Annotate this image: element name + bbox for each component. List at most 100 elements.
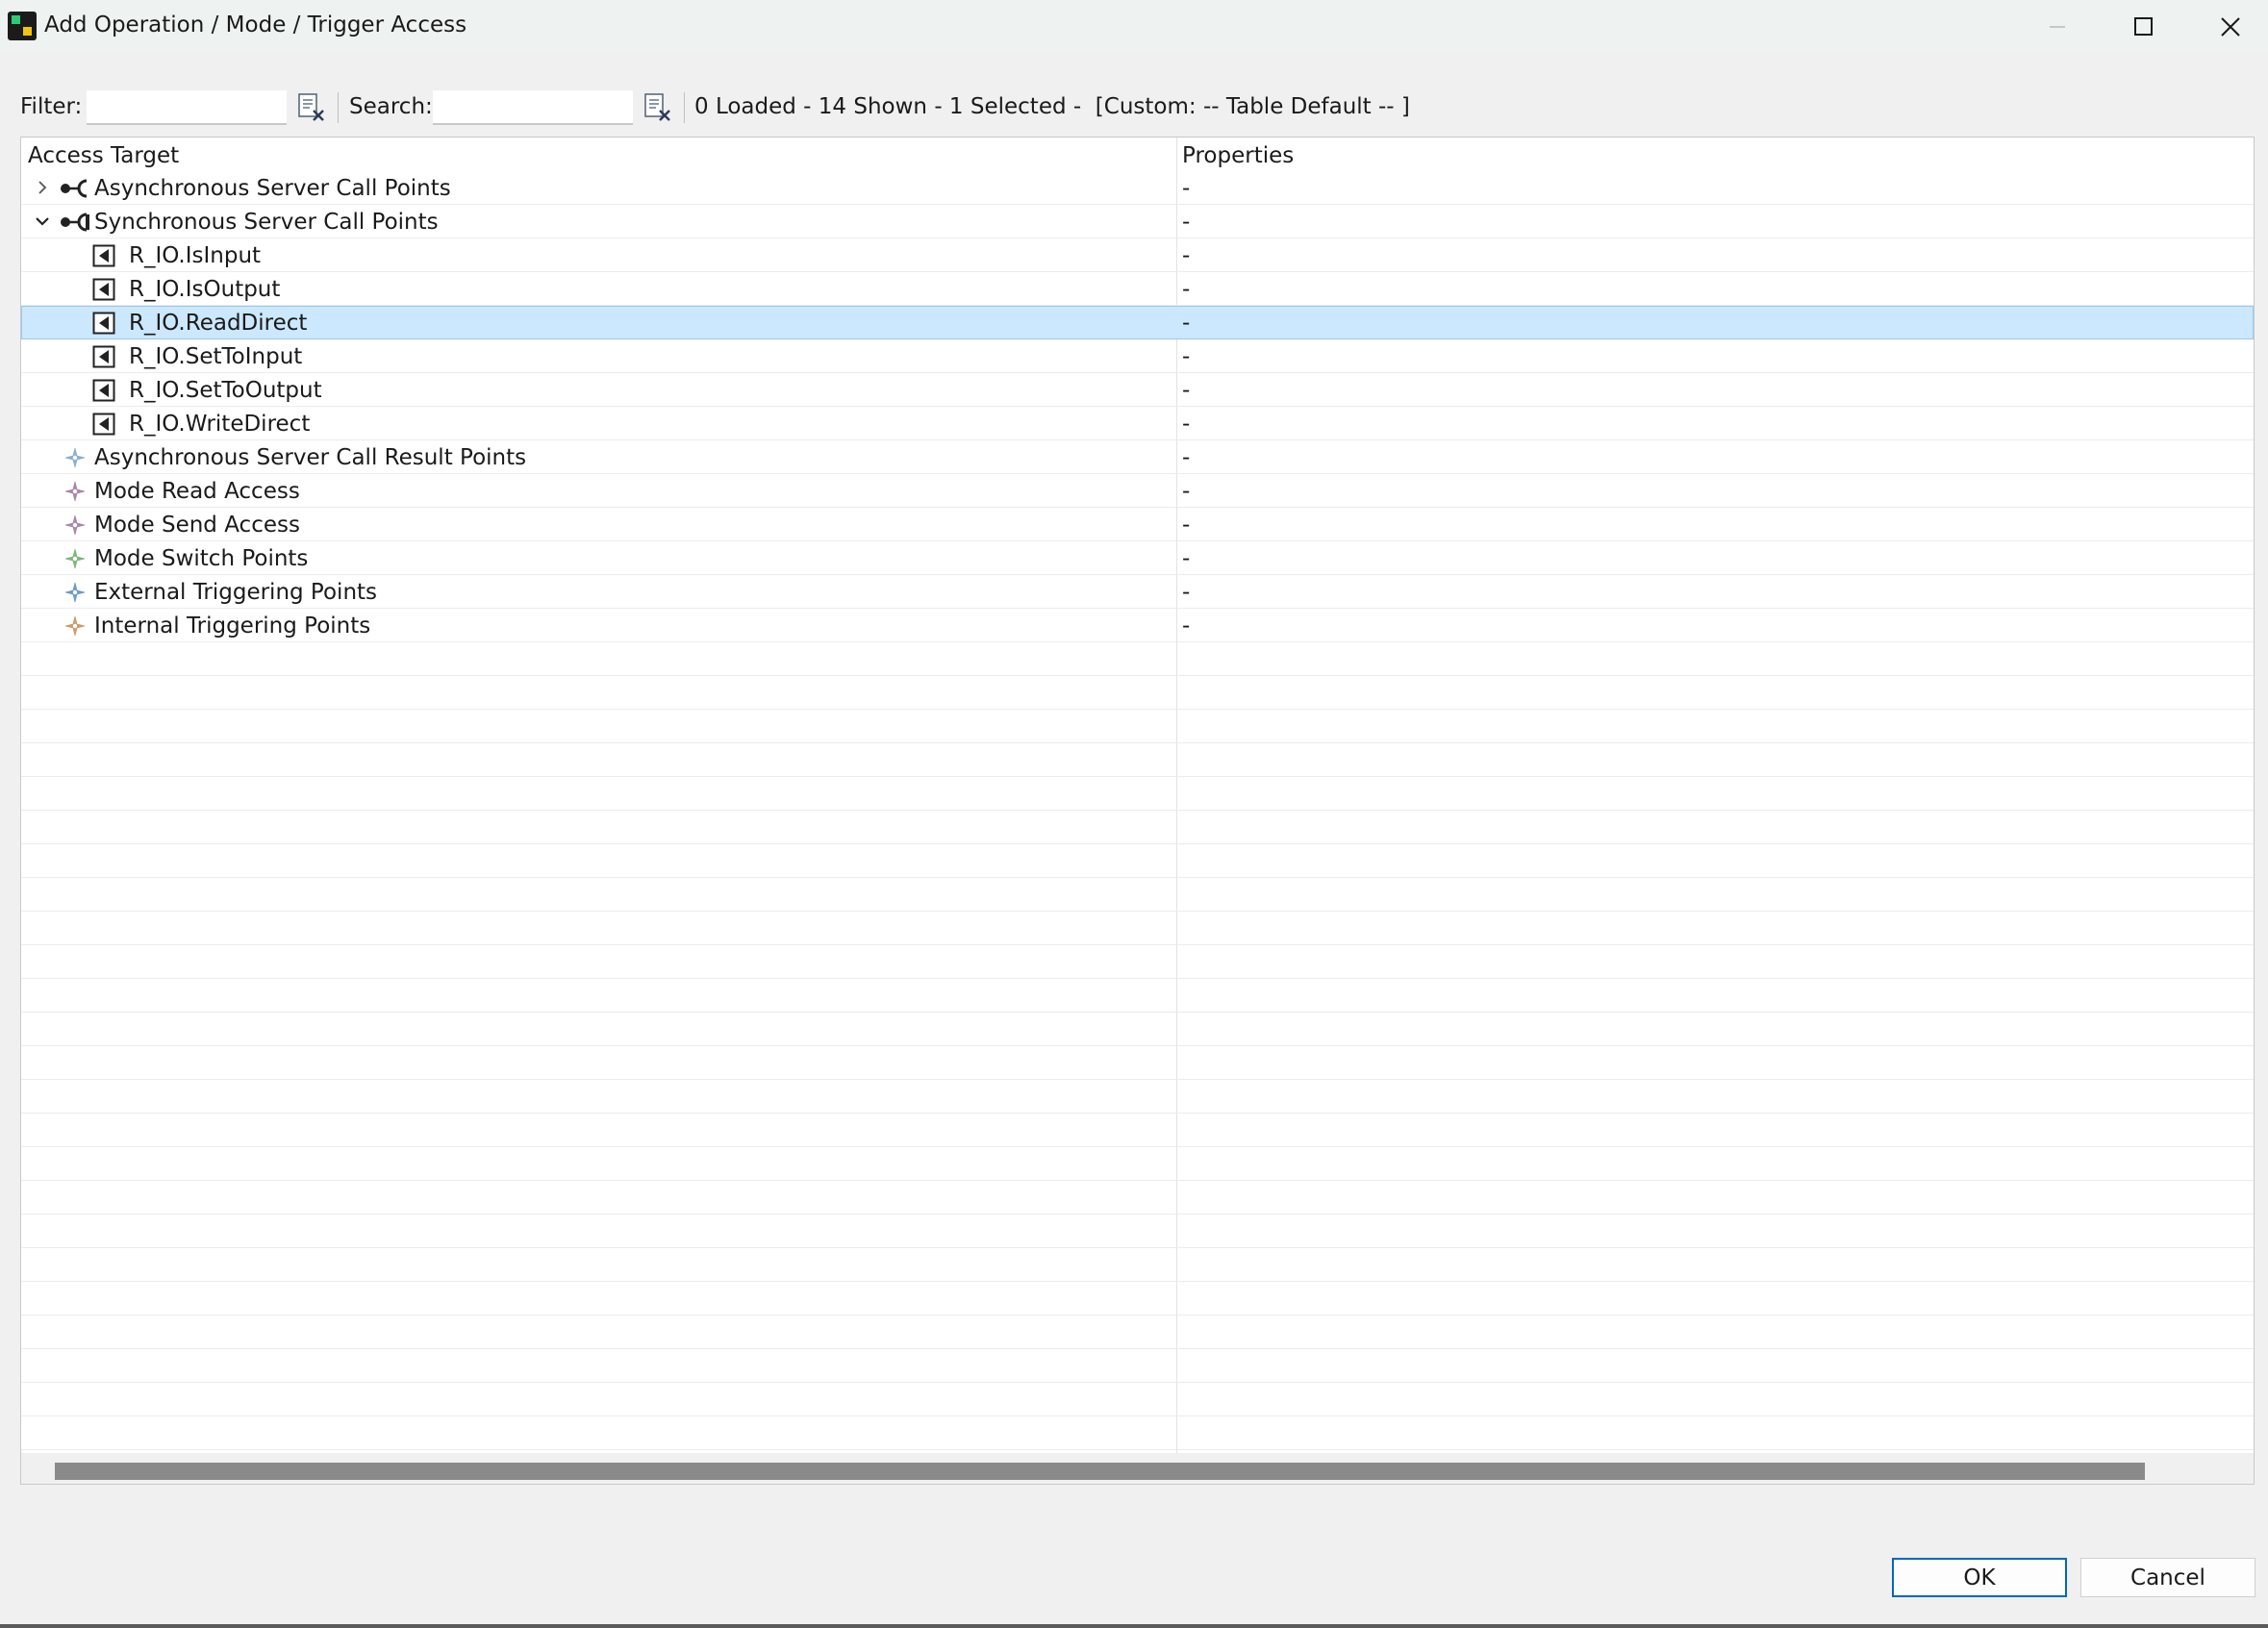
table-row[interactable]: Synchronous Server Call Points - xyxy=(21,205,2254,238)
search-label: Search: xyxy=(349,94,433,119)
internal-trigger-icon xyxy=(63,614,87,638)
filter-input[interactable] xyxy=(87,90,287,125)
row-label: Mode Switch Points xyxy=(94,546,309,571)
table-row[interactable]: R_IO.SetToInput - xyxy=(21,339,2254,373)
empty-row xyxy=(21,1147,2254,1181)
empty-row xyxy=(21,1248,2254,1282)
app-icon xyxy=(8,12,37,40)
operation-icon xyxy=(92,345,115,368)
table-row[interactable]: Mode Send Access - xyxy=(21,508,2254,541)
horizontal-scrollbar[interactable] xyxy=(21,1453,2254,1484)
toolbar-separator xyxy=(338,92,339,123)
empty-row xyxy=(21,1013,2254,1046)
maximize-icon xyxy=(2134,17,2153,36)
filter-clear-button[interactable] xyxy=(294,90,329,125)
empty-row xyxy=(21,878,2254,912)
expand-toggle[interactable] xyxy=(31,175,54,200)
table-row[interactable]: R_IO.IsOutput - xyxy=(21,272,2254,306)
empty-row xyxy=(21,1181,2254,1215)
row-label: Asynchronous Server Call Result Points xyxy=(94,445,527,470)
empty-row xyxy=(21,743,2254,777)
row-label: Internal Triggering Points xyxy=(94,614,371,639)
empty-row xyxy=(21,1114,2254,1147)
empty-row xyxy=(21,710,2254,743)
empty-row xyxy=(21,1416,2254,1450)
row-label: Mode Send Access xyxy=(94,513,300,538)
row-properties: - xyxy=(1182,412,1191,437)
table-row[interactable]: Internal Triggering Points - xyxy=(21,609,2254,642)
toolbar-separator xyxy=(684,92,685,123)
row-properties: - xyxy=(1182,344,1191,369)
empty-row xyxy=(21,1349,2254,1383)
row-label: R_IO.SetToOutput xyxy=(129,378,322,403)
row-properties: - xyxy=(1182,176,1191,201)
collapse-toggle[interactable] xyxy=(31,209,54,234)
table-row[interactable]: Mode Read Access - xyxy=(21,474,2254,508)
cancel-button[interactable]: Cancel xyxy=(2080,1558,2255,1597)
row-properties: - xyxy=(1182,546,1191,571)
empty-row xyxy=(21,912,2254,945)
table-row[interactable]: R_IO.IsInput - xyxy=(21,238,2254,272)
sync-server-call-icon xyxy=(58,211,92,234)
table-row[interactable]: Asynchronous Server Call Result Points - xyxy=(21,440,2254,474)
empty-row xyxy=(21,1046,2254,1080)
operation-icon xyxy=(92,312,115,335)
empty-row xyxy=(21,1282,2254,1315)
column-header-access-target[interactable]: Access Target xyxy=(28,143,179,168)
minimize-icon xyxy=(2050,26,2065,28)
table-row[interactable]: Mode Switch Points - xyxy=(21,541,2254,575)
empty-row xyxy=(21,1383,2254,1416)
empty-row xyxy=(21,1215,2254,1248)
result-point-icon xyxy=(63,446,87,469)
row-label: R_IO.ReadDirect xyxy=(129,311,308,336)
title-bar: Add Operation / Mode / Trigger Access xyxy=(0,0,2268,54)
row-label: R_IO.WriteDirect xyxy=(129,412,311,437)
operation-icon xyxy=(92,278,115,301)
access-target-table[interactable]: Access Target Properties Asynchronous Se… xyxy=(20,137,2255,1485)
status-text: 0 Loaded - 14 Shown - 1 Selected - [Cust… xyxy=(694,94,1410,119)
close-button[interactable] xyxy=(2187,0,2268,54)
operation-icon xyxy=(92,379,115,402)
ok-button[interactable]: OK xyxy=(1892,1558,2067,1597)
row-label: Asynchronous Server Call Points xyxy=(94,176,451,201)
row-label: R_IO.SetToInput xyxy=(129,344,303,369)
empty-row xyxy=(21,945,2254,979)
table-row[interactable]: R_IO.SetToOutput - xyxy=(21,373,2254,407)
window-bottom-edge xyxy=(0,1624,2268,1628)
row-properties: - xyxy=(1182,378,1191,403)
table-header: Access Target Properties xyxy=(21,138,2254,171)
row-properties: - xyxy=(1182,243,1191,268)
search-input[interactable] xyxy=(433,90,633,125)
clear-search-icon xyxy=(644,93,670,121)
mode-send-icon xyxy=(63,513,87,537)
column-header-properties[interactable]: Properties xyxy=(1182,143,1294,168)
table-row[interactable]: External Triggering Points - xyxy=(21,575,2254,609)
row-label: Synchronous Server Call Points xyxy=(94,210,439,235)
close-icon xyxy=(2221,17,2240,37)
window-title: Add Operation / Mode / Trigger Access xyxy=(44,13,467,38)
mode-switch-icon xyxy=(63,547,87,570)
table-row[interactable]: R_IO.ReadDirect - xyxy=(21,306,2254,339)
row-label: R_IO.IsOutput xyxy=(129,277,281,302)
row-properties: - xyxy=(1182,513,1191,538)
table-row[interactable]: Asynchronous Server Call Points - xyxy=(21,171,2254,205)
row-properties: - xyxy=(1182,311,1191,336)
mode-read-icon xyxy=(63,480,87,503)
clear-filter-icon xyxy=(298,93,324,121)
maximize-button[interactable] xyxy=(2101,0,2187,54)
empty-row xyxy=(21,676,2254,710)
external-trigger-icon xyxy=(63,581,87,604)
async-server-call-icon xyxy=(58,177,92,200)
row-properties: - xyxy=(1182,445,1191,470)
table-row[interactable]: R_IO.WriteDirect - xyxy=(21,407,2254,440)
minimize-button[interactable] xyxy=(2014,0,2101,54)
search-clear-button[interactable] xyxy=(641,90,675,125)
empty-row xyxy=(21,1315,2254,1349)
operation-icon xyxy=(92,244,115,267)
row-properties: - xyxy=(1182,277,1191,302)
row-label: External Triggering Points xyxy=(94,580,378,605)
row-properties: - xyxy=(1182,479,1191,504)
horizontal-scrollbar-thumb[interactable] xyxy=(55,1463,2145,1480)
filter-toolbar: Filter: Search: 0 Loaded - 14 Shown - 1 … xyxy=(0,87,2268,129)
empty-row xyxy=(21,642,2254,676)
